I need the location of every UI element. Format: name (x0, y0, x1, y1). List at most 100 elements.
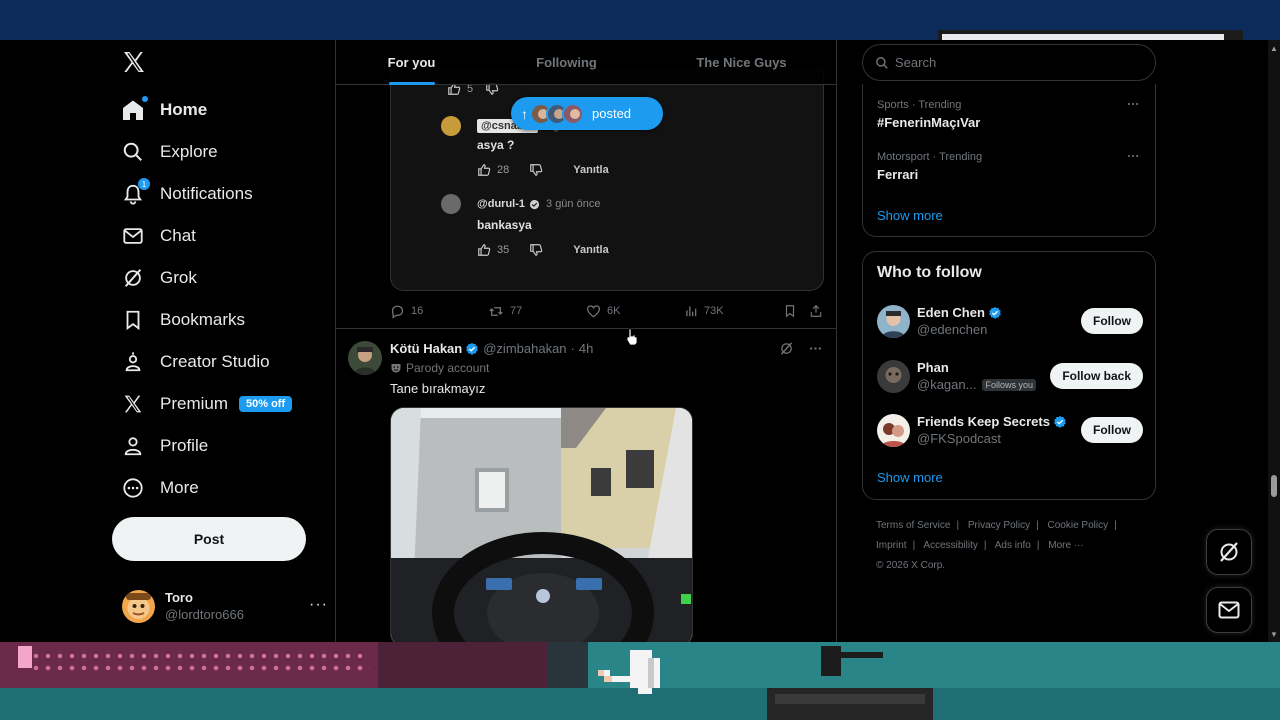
comment-like-count: 35 (497, 244, 510, 256)
trend-item[interactable]: Motorsport · Trending Ferrari (877, 151, 1139, 182)
scene-wall-pattern (30, 650, 370, 670)
sidebar-item-grok[interactable]: Grok (120, 258, 197, 298)
trend-item[interactable]: Sports · Trending #FenerinMaçıVar (877, 99, 1139, 130)
sidebar-item-chat[interactable]: Chat (120, 216, 196, 256)
footer-copyright: © 2026 X Corp. (876, 560, 946, 571)
tweet-author-handle[interactable]: @zimbahakan (483, 341, 566, 356)
comment-like: 28 Yanıtla (477, 163, 609, 177)
tweet-header: Kötü Hakan @zimbahakan · 4h (390, 341, 593, 356)
avatar (122, 589, 155, 623)
scroll-down-arrow-icon[interactable]: ▼ (1270, 630, 1278, 639)
comment-reply: Yanıtla (573, 164, 609, 176)
who-to-follow-show-more-link[interactable]: Show more (877, 470, 943, 485)
grok-floating-button[interactable] (1206, 529, 1252, 575)
footer-link-cookies[interactable]: Cookie Policy (1048, 520, 1109, 531)
post-action-bar: 16 77 6K 73K (390, 301, 824, 321)
timeline: For you Following The Nice Guys ↑ posted… (335, 40, 837, 642)
repost-button[interactable]: 77 (488, 304, 522, 319)
share-button[interactable] (809, 304, 823, 318)
sidebar-item-notifications[interactable]: 1 Notifications (120, 174, 253, 214)
sidebar-item-label: More (160, 478, 199, 497)
sidebar-item-home[interactable]: Home (120, 90, 207, 130)
reply-icon (391, 305, 404, 319)
suggestion-handle: @kagan... (917, 377, 977, 392)
grok-icon (120, 265, 146, 291)
comment-reply: Yanıtla (573, 244, 609, 256)
more-icon[interactable]: ··· (309, 596, 328, 614)
more-icon[interactable] (1126, 97, 1140, 111)
tweet-time[interactable]: 4h (579, 341, 593, 356)
avatar (441, 116, 461, 136)
footer-link-terms[interactable]: Terms of Service (876, 520, 950, 531)
sidebar-item-profile[interactable]: Profile (120, 426, 208, 466)
search-box[interactable] (862, 44, 1156, 81)
comment-actions: 35 Yanıtla (477, 243, 609, 257)
tab-for-you[interactable]: For you (336, 40, 487, 85)
tweet[interactable]: Kötü Hakan @zimbahakan · 4h Parody accou… (336, 328, 836, 642)
follow-button[interactable]: Follow (1081, 417, 1143, 443)
more-icon[interactable] (1126, 149, 1140, 163)
footer-link-accessibility[interactable]: Accessibility (923, 540, 977, 551)
sidebar-item-bookmarks[interactable]: Bookmarks (120, 300, 245, 340)
footer-link-privacy[interactable]: Privacy Policy (968, 520, 1030, 531)
game-scene-strip (0, 642, 1280, 720)
views-button[interactable]: 73K (684, 304, 724, 318)
follows-you-badge: Follows you (982, 378, 1036, 391)
follow-button[interactable]: Follow (1081, 308, 1143, 334)
footer-separator: | (983, 540, 987, 551)
trends-show-more-link[interactable]: Show more (877, 208, 943, 223)
trends-panel: Sports · Trending #FenerinMaçıVar Motors… (862, 84, 1156, 237)
avatar (877, 304, 910, 338)
search-icon (876, 56, 888, 69)
follow-suggestion[interactable]: Phan @kagan... Follows you Follow back (877, 356, 1143, 396)
footer-link-more[interactable]: More ··· (1048, 540, 1084, 551)
reply-button[interactable]: 16 (390, 304, 423, 319)
comment-handle: @durul-1 (477, 198, 526, 210)
new-posts-label: posted (592, 106, 632, 121)
bookmark-button[interactable] (783, 304, 797, 318)
tweet-top-actions (779, 341, 823, 356)
tweet-author-name[interactable]: Kötü Hakan (390, 341, 462, 356)
trend-title: Ferrari (877, 167, 919, 182)
home-unread-dot (142, 96, 148, 102)
verified-badge-icon (466, 342, 479, 355)
sidebar-item-creator-studio[interactable]: Creator Studio (120, 342, 270, 382)
account-switcher[interactable]: Toro @lordtoro666 ··· (122, 586, 332, 626)
scene-console-sprite (767, 646, 933, 720)
footer-link-ads-info[interactable]: Ads info (995, 540, 1031, 551)
scrollbar-thumb[interactable] (1271, 475, 1277, 497)
follow-suggestion[interactable]: Friends Keep Secrets @FKSpodcast Follow (877, 410, 1143, 450)
tab-following[interactable]: Following (487, 40, 646, 85)
avatar[interactable] (348, 341, 382, 375)
mail-icon (1218, 601, 1240, 619)
verified-badge-icon (989, 306, 1001, 319)
footer-link-imprint[interactable]: Imprint (876, 540, 907, 551)
follow-back-button[interactable]: Follow back (1050, 363, 1143, 389)
suggestion-handle: @FKSpodcast (917, 431, 1002, 446)
timeline-tabs: For you Following The Nice Guys (336, 40, 836, 85)
grok-icon[interactable] (779, 341, 794, 356)
page-scrollbar[interactable]: ▲ ▼ (1268, 40, 1280, 642)
sidebar-item-explore[interactable]: Explore (120, 132, 218, 172)
sidebar-item-more[interactable]: More (120, 468, 199, 508)
new-posts-pill[interactable]: ↑ posted (511, 97, 663, 130)
tweet-video[interactable] (390, 407, 693, 642)
x-logo-icon[interactable] (122, 50, 146, 74)
thumb-down-icon (530, 164, 543, 176)
comment-time: 3 gün önce (546, 198, 601, 210)
post-button[interactable]: Post (112, 517, 306, 561)
sidebar-item-label: Chat (160, 226, 196, 245)
scroll-up-arrow-icon[interactable]: ▲ (1270, 44, 1278, 53)
x-logo-icon (120, 391, 146, 417)
search-input[interactable] (895, 55, 1135, 70)
messages-floating-button[interactable] (1206, 587, 1252, 633)
like-button[interactable]: 6K (586, 304, 620, 319)
bell-icon: 1 (120, 178, 150, 207)
follow-suggestion[interactable]: Eden Chen @edenchen Follow (877, 301, 1143, 341)
tab-the-nice-guys[interactable]: The Nice Guys (646, 40, 836, 85)
sidebar-item-premium[interactable]: Premium 50% off (120, 384, 293, 424)
more-icon[interactable] (808, 341, 823, 356)
account-handle: @lordtoro666 (165, 607, 244, 622)
bookmark-icon (785, 305, 795, 318)
verified-badge-icon (1054, 415, 1066, 428)
